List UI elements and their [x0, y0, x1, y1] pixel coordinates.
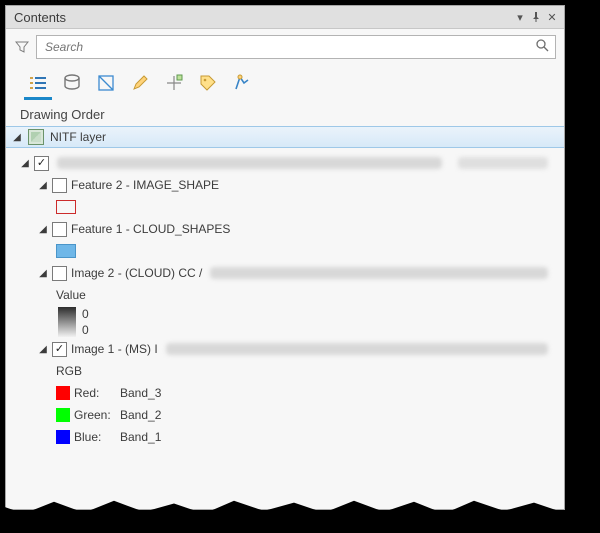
checkbox[interactable] — [52, 266, 67, 281]
checkbox[interactable] — [52, 178, 67, 193]
image2-label: Image 2 - (CLOUD) CC / — [71, 266, 202, 280]
tree-row[interactable]: ◢ — [12, 152, 556, 174]
stretch-gradient-icon — [58, 307, 76, 337]
green-band: Band_2 — [120, 408, 161, 422]
red-label: Red: — [74, 386, 116, 400]
window-title: Contents — [14, 10, 66, 25]
gradient-bottom-value: 0 — [82, 323, 89, 337]
value-gradient-row: 0 0 — [12, 306, 556, 338]
list-by-perspective-imagery-button[interactable] — [230, 69, 254, 97]
tree-row-image2[interactable]: ◢ Image 2 - (CLOUD) CC / — [12, 262, 556, 284]
tree-row-feature1[interactable]: ◢ Feature 1 - CLOUD_SHAPES — [12, 218, 556, 240]
layer-tree: ◢ ◢ Feature 2 - IMAGE_SHAPE ◢ Feature 1 … — [6, 148, 564, 456]
expander-icon[interactable]: ◢ — [38, 344, 48, 355]
expander-icon[interactable]: ◢ — [38, 268, 48, 279]
blue-band: Band_1 — [120, 430, 161, 444]
list-by-drawing-order-button[interactable] — [26, 69, 50, 97]
value-label-row: Value — [12, 284, 556, 306]
list-by-selection-button[interactable] — [94, 69, 118, 97]
list-by-data-source-button[interactable] — [60, 69, 84, 97]
feature2-label: Feature 2 - IMAGE_SHAPE — [71, 178, 219, 192]
expander-icon[interactable]: ◢ — [20, 158, 30, 169]
section-heading: Drawing Order — [6, 97, 564, 126]
green-swatch-icon — [56, 408, 70, 422]
list-by-snapping-button[interactable] — [162, 69, 186, 97]
contents-panel: Contents ▾ ✕ — [5, 5, 565, 510]
dropdown-icon[interactable]: ▾ — [514, 11, 526, 23]
list-by-labeling-button[interactable] — [196, 69, 220, 97]
expander-icon[interactable]: ◢ — [12, 132, 22, 143]
red-band: Band_3 — [120, 386, 161, 400]
contents-toolbar — [6, 63, 564, 97]
layer-row-nitf[interactable]: ◢ NITF layer — [6, 126, 564, 148]
redacted-text — [458, 157, 548, 169]
rgb-green-row[interactable]: Green: Band_2 — [12, 404, 556, 426]
gradient-top-value: 0 — [82, 307, 89, 321]
blue-label: Blue: — [74, 430, 116, 444]
symbol-row[interactable] — [12, 196, 556, 218]
close-icon[interactable]: ✕ — [546, 11, 558, 23]
blue-swatch-icon — [56, 430, 70, 444]
outline-swatch-icon — [56, 200, 76, 214]
rgb-heading-row: RGB — [12, 360, 556, 382]
search-icon[interactable] — [536, 39, 549, 55]
rgb-red-row[interactable]: Red: Band_3 — [12, 382, 556, 404]
filter-search-row — [6, 29, 564, 63]
expander-icon[interactable]: ◢ — [38, 180, 48, 191]
checkbox[interactable] — [34, 156, 49, 171]
redacted-text — [166, 343, 548, 355]
tree-row-feature2[interactable]: ◢ Feature 2 - IMAGE_SHAPE — [12, 174, 556, 196]
layer-thumb-icon — [28, 129, 44, 145]
redacted-text — [57, 157, 442, 169]
autohide-pin-icon[interactable] — [530, 11, 542, 23]
checkbox[interactable] — [52, 222, 67, 237]
filter-icon[interactable] — [14, 39, 30, 55]
rgb-blue-row[interactable]: Blue: Band_1 — [12, 426, 556, 448]
layer-name: NITF layer — [50, 130, 106, 144]
expander-icon[interactable]: ◢ — [38, 224, 48, 235]
green-label: Green: — [74, 408, 116, 422]
image1-label: Image 1 - (MS) I — [71, 342, 158, 356]
titlebar: Contents ▾ ✕ — [6, 6, 564, 29]
fill-swatch-icon — [56, 244, 76, 258]
value-heading: Value — [56, 288, 86, 302]
symbol-row[interactable] — [12, 240, 556, 262]
red-swatch-icon — [56, 386, 70, 400]
checkbox[interactable] — [52, 342, 67, 357]
list-by-editing-button[interactable] — [128, 69, 152, 97]
search-box[interactable] — [36, 35, 556, 59]
rgb-heading: RGB — [56, 364, 82, 378]
search-input[interactable] — [43, 39, 536, 55]
feature1-label: Feature 1 - CLOUD_SHAPES — [71, 222, 230, 236]
tree-row-image1[interactable]: ◢ Image 1 - (MS) I — [12, 338, 556, 360]
redacted-text — [210, 267, 548, 279]
